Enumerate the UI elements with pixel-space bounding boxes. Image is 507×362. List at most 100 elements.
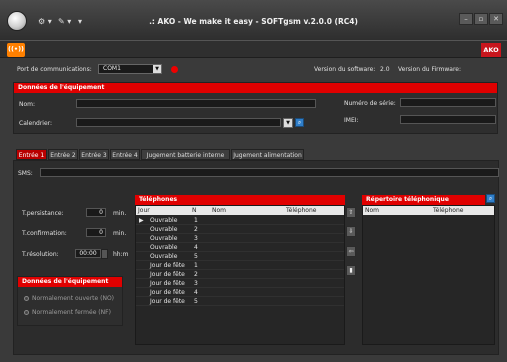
confirmation-unit: min.	[113, 230, 127, 237]
serial-label: Numéro de série:	[344, 100, 396, 107]
cell-jour: Jour de fête	[150, 271, 185, 278]
imei-input[interactable]	[400, 115, 496, 124]
cell-jour: Jour de fête	[150, 262, 185, 269]
window-title: .: AKO - We make it easy - SOFTgsm v.2.0…	[149, 17, 358, 26]
cell-n: 1	[194, 262, 198, 269]
persistance-input[interactable]: 0	[86, 208, 106, 217]
cell-n: 2	[194, 271, 198, 278]
cell-n: 4	[194, 244, 198, 251]
move-up-button[interactable]: ⇧	[346, 207, 356, 218]
telephones-header: Téléphones	[135, 195, 345, 205]
port-select[interactable]: COM1 ▼	[98, 64, 162, 74]
connection-status-icon	[171, 66, 178, 73]
cell-jour: Ouvrable	[150, 244, 178, 251]
title-bar: ⚙ ▾ ✎ ▾ ▾ .: AKO - We make it easy - SOF…	[0, 0, 507, 40]
table-row[interactable]: Ouvrable 5	[136, 252, 344, 261]
confirmation-input[interactable]: 0	[86, 228, 106, 237]
repertoire-header-bar: Répertoire téléphonique	[362, 195, 485, 205]
sms-label: SMS:	[18, 170, 33, 177]
contact-type-header: Données de l'équipement	[18, 277, 122, 287]
sms-input[interactable]	[40, 168, 499, 177]
ribbon-bar: ((•)) AKO	[0, 40, 507, 58]
cell-jour: Ouvrable	[150, 253, 178, 260]
table-row[interactable]: Jour de fête 4	[136, 288, 344, 297]
cell-n: 4	[194, 289, 198, 296]
calendrier-dropdown-button[interactable]: ▼	[283, 118, 293, 128]
col-n[interactable]: N	[192, 206, 197, 215]
close-button[interactable]: ✕	[489, 13, 503, 25]
search-icon[interactable]: ⌕	[486, 194, 495, 203]
table-row[interactable]: Ouvrable 3	[136, 234, 344, 243]
tab-power[interactable]: Jugement alimentation	[231, 149, 304, 160]
table-row[interactable]: ▶ Ouvrable 1	[136, 216, 344, 225]
option-nf-label: Normalement fermée (NF)	[32, 309, 111, 316]
repertoire-header: Répertoire téléphonique	[362, 195, 485, 205]
confirmation-label: T.confirmation:	[22, 230, 67, 237]
table-row[interactable]: Ouvrable 2	[136, 225, 344, 234]
col-jour[interactable]: Jour	[138, 206, 150, 215]
tab-entree-3[interactable]: Entrée 3	[79, 149, 109, 160]
resolution-input[interactable]: 00:00	[75, 249, 101, 258]
repertoire-grid-header: Nom Téléphone	[363, 206, 494, 215]
chevron-down-icon: ▼	[153, 65, 161, 73]
chevron-down-icon: ▼	[284, 119, 292, 127]
transfer-left-button[interactable]: ⇦	[346, 246, 356, 257]
minimize-button[interactable]: –	[459, 13, 473, 25]
software-version-label: Version du software:	[314, 66, 376, 73]
cell-n: 5	[194, 253, 198, 260]
calendrier-label: Calendrier:	[19, 120, 53, 127]
ako-logo: AKO	[481, 43, 501, 57]
calendrier-select[interactable]	[76, 118, 281, 127]
option-no-label: Normalement ouverte (NO)	[32, 295, 115, 302]
row-pointer-icon: ▶	[139, 217, 144, 224]
cell-n: 5	[194, 298, 198, 305]
table-row[interactable]: Ouvrable 4	[136, 243, 344, 252]
delete-button[interactable]: ▮	[346, 265, 356, 276]
nom-input[interactable]	[76, 99, 316, 108]
cell-n: 3	[194, 280, 198, 287]
equipment-panel-header: Données de l'équipement	[14, 83, 497, 93]
port-select-value: COM1	[103, 65, 121, 72]
imei-label: IMEI:	[344, 117, 359, 124]
radio-nf[interactable]	[24, 310, 29, 315]
cell-jour: Jour de fête	[150, 280, 185, 287]
telephones-grid: Jour N Nom Téléphone ▶ Ouvrable 1 Ouvrable 2…	[135, 205, 345, 345]
maximize-button[interactable]: ▫	[474, 13, 488, 25]
cell-jour: Ouvrable	[150, 217, 178, 224]
col-nom[interactable]: Nom	[212, 206, 226, 215]
nom-label: Nom:	[19, 101, 36, 108]
serial-input[interactable]	[400, 98, 496, 107]
table-row[interactable]: Jour de fête 2	[136, 270, 344, 279]
signal-icon[interactable]: ((•))	[7, 43, 25, 57]
firmware-version-label: Version du Firmware:	[398, 66, 462, 73]
resolution-label: T.résolution:	[22, 251, 59, 258]
confirmation-value: 0	[99, 229, 103, 236]
table-row[interactable]: Jour de fête 3	[136, 279, 344, 288]
radio-no[interactable]	[24, 296, 29, 301]
cell-n: 1	[194, 217, 198, 224]
move-down-button[interactable]: ⇩	[346, 226, 356, 237]
tab-entree-4[interactable]: Entrée 4	[110, 149, 140, 160]
table-row[interactable]: Jour de fête 1	[136, 261, 344, 270]
telephones-grid-header: Jour N Nom Téléphone	[136, 206, 344, 215]
table-row[interactable]: Jour de fête 5	[136, 297, 344, 306]
repertoire-grid: Nom Téléphone	[362, 205, 495, 345]
cell-n: 2	[194, 226, 198, 233]
col-rep-nom[interactable]: Nom	[365, 206, 379, 215]
tab-entree-1[interactable]: Entrée 1	[16, 149, 47, 160]
cell-jour: Jour de fête	[150, 298, 185, 305]
col-telephone[interactable]: Téléphone	[286, 206, 316, 215]
persistance-value: 0	[99, 209, 103, 216]
search-icon[interactable]: ⌕	[295, 118, 304, 127]
tab-battery[interactable]: Jugement batterie interne	[141, 149, 230, 160]
persistance-unit: min.	[113, 210, 127, 217]
cell-n: 3	[194, 235, 198, 242]
resolution-spinner[interactable]	[101, 249, 108, 259]
cell-jour: Ouvrable	[150, 226, 178, 233]
persistance-label: T.persistance:	[22, 210, 64, 217]
resolution-unit: hh:m	[113, 251, 129, 258]
col-rep-telephone[interactable]: Téléphone	[433, 206, 463, 215]
cell-jour: Jour de fête	[150, 289, 185, 296]
cell-jour: Ouvrable	[150, 235, 178, 242]
tab-entree-2[interactable]: Entrée 2	[48, 149, 78, 160]
